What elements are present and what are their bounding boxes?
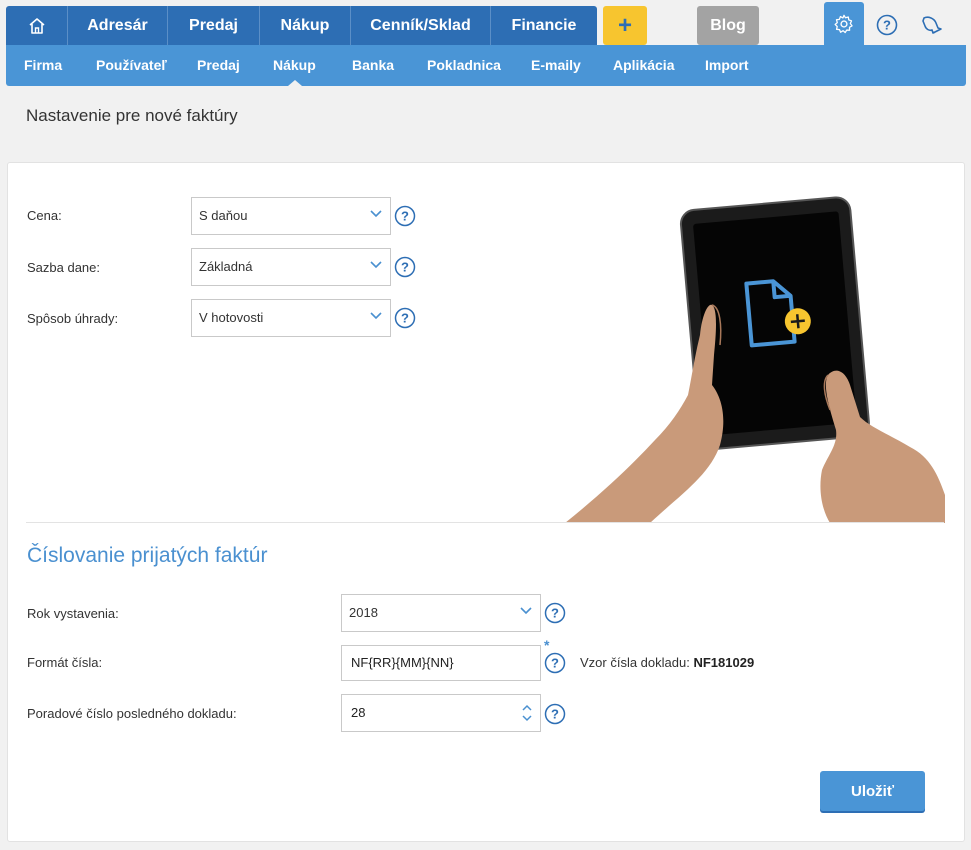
payment-method-label: Spôsob úhrady: bbox=[27, 311, 119, 326]
svg-text:?: ? bbox=[401, 260, 409, 275]
last-number-value: 28 bbox=[351, 705, 366, 720]
tax-rate-select[interactable]: Základná bbox=[191, 248, 391, 286]
nav-cennik-sklad[interactable]: Cenník/Sklad bbox=[351, 6, 491, 45]
svg-text:?: ? bbox=[551, 656, 559, 671]
chevron-down-icon bbox=[520, 607, 532, 615]
help-button[interactable]: ? bbox=[876, 14, 898, 41]
subnav-import[interactable]: Import bbox=[705, 45, 749, 86]
save-button[interactable]: Uložiť bbox=[820, 771, 925, 811]
issue-year-select[interactable]: 2018 bbox=[341, 594, 541, 632]
subnav-aplikacia[interactable]: Aplikácia bbox=[613, 45, 674, 86]
number-preview-value: NF181029 bbox=[693, 655, 755, 670]
svg-text:?: ? bbox=[883, 18, 891, 33]
chevron-down-icon bbox=[370, 210, 382, 218]
price-label: Cena: bbox=[27, 208, 62, 223]
payment-method-select-value: V hotovosti bbox=[199, 310, 264, 325]
bell-icon bbox=[922, 16, 942, 34]
number-format-input[interactable]: NF{RR}{MM}{NN} bbox=[341, 645, 541, 681]
gear-icon bbox=[834, 14, 853, 33]
issue-year-select-value: 2018 bbox=[349, 605, 378, 620]
number-format-label: Formát čísla: bbox=[27, 655, 103, 670]
last-number-label: Poradové číslo posledného dokladu: bbox=[27, 706, 237, 721]
nav-predaj[interactable]: Predaj bbox=[168, 6, 260, 45]
blog-button[interactable]: Blog bbox=[697, 6, 759, 45]
settings-button[interactable] bbox=[824, 2, 864, 45]
page-title: Nastavenie pre nové faktúry bbox=[26, 106, 238, 125]
top-navigation: Adresár Predaj Nákup Cenník/Sklad Financ… bbox=[6, 6, 597, 45]
help-icon[interactable]: ? bbox=[394, 307, 416, 329]
subnav-banka[interactable]: Banka bbox=[352, 45, 394, 86]
help-icon[interactable]: ? bbox=[394, 205, 416, 227]
active-tab-indicator bbox=[288, 80, 302, 86]
svg-text:?: ? bbox=[551, 707, 559, 722]
required-marker: * bbox=[544, 637, 550, 653]
add-button[interactable]: + bbox=[603, 6, 647, 45]
tablet-illustration bbox=[565, 196, 945, 523]
nav-nakup[interactable]: Nákup bbox=[260, 6, 351, 45]
number-preview: Vzor čísla dokladu: NF181029 bbox=[580, 655, 754, 670]
issue-year-label: Rok vystavenia: bbox=[27, 606, 119, 621]
nav-financie[interactable]: Financie bbox=[491, 6, 597, 45]
svg-text:?: ? bbox=[551, 606, 559, 621]
section-divider bbox=[26, 522, 944, 523]
nav-adresar[interactable]: Adresár bbox=[68, 6, 168, 45]
chevron-down-icon bbox=[370, 261, 382, 269]
help-icon: ? bbox=[876, 14, 898, 36]
help-icon[interactable]: ? bbox=[394, 256, 416, 278]
number-preview-label: Vzor čísla dokladu: bbox=[580, 655, 690, 670]
tax-rate-select-value: Základná bbox=[199, 259, 253, 274]
subnav-predaj[interactable]: Predaj bbox=[197, 45, 240, 86]
payment-method-select[interactable]: V hotovosti bbox=[191, 299, 391, 337]
subnav-firma[interactable]: Firma bbox=[24, 45, 62, 86]
help-icon[interactable]: ? bbox=[544, 652, 566, 674]
help-icon[interactable]: ? bbox=[544, 602, 566, 624]
home-icon bbox=[28, 17, 45, 34]
subnav-pouzivatel[interactable]: Používateľ bbox=[96, 45, 167, 86]
chevron-down-icon bbox=[370, 312, 382, 320]
tax-rate-label: Sazba dane: bbox=[27, 260, 101, 275]
notifications-button[interactable] bbox=[920, 14, 944, 41]
home-button[interactable] bbox=[6, 6, 68, 45]
price-select[interactable]: S daňou bbox=[191, 197, 391, 235]
subnav-pokladnica[interactable]: Pokladnica bbox=[427, 45, 501, 86]
spinner-icon[interactable] bbox=[521, 703, 533, 723]
subnav-emaily[interactable]: E-maily bbox=[531, 45, 581, 86]
svg-text:?: ? bbox=[401, 311, 409, 326]
last-number-input[interactable]: 28 bbox=[341, 694, 541, 732]
numbering-section-title: Číslovanie prijatých faktúr bbox=[27, 544, 268, 567]
sub-navigation: Firma Používateľ Predaj Nákup Banka Pokl… bbox=[6, 45, 966, 86]
price-select-value: S daňou bbox=[199, 208, 248, 223]
help-icon[interactable]: ? bbox=[544, 703, 566, 725]
svg-text:?: ? bbox=[401, 209, 409, 224]
